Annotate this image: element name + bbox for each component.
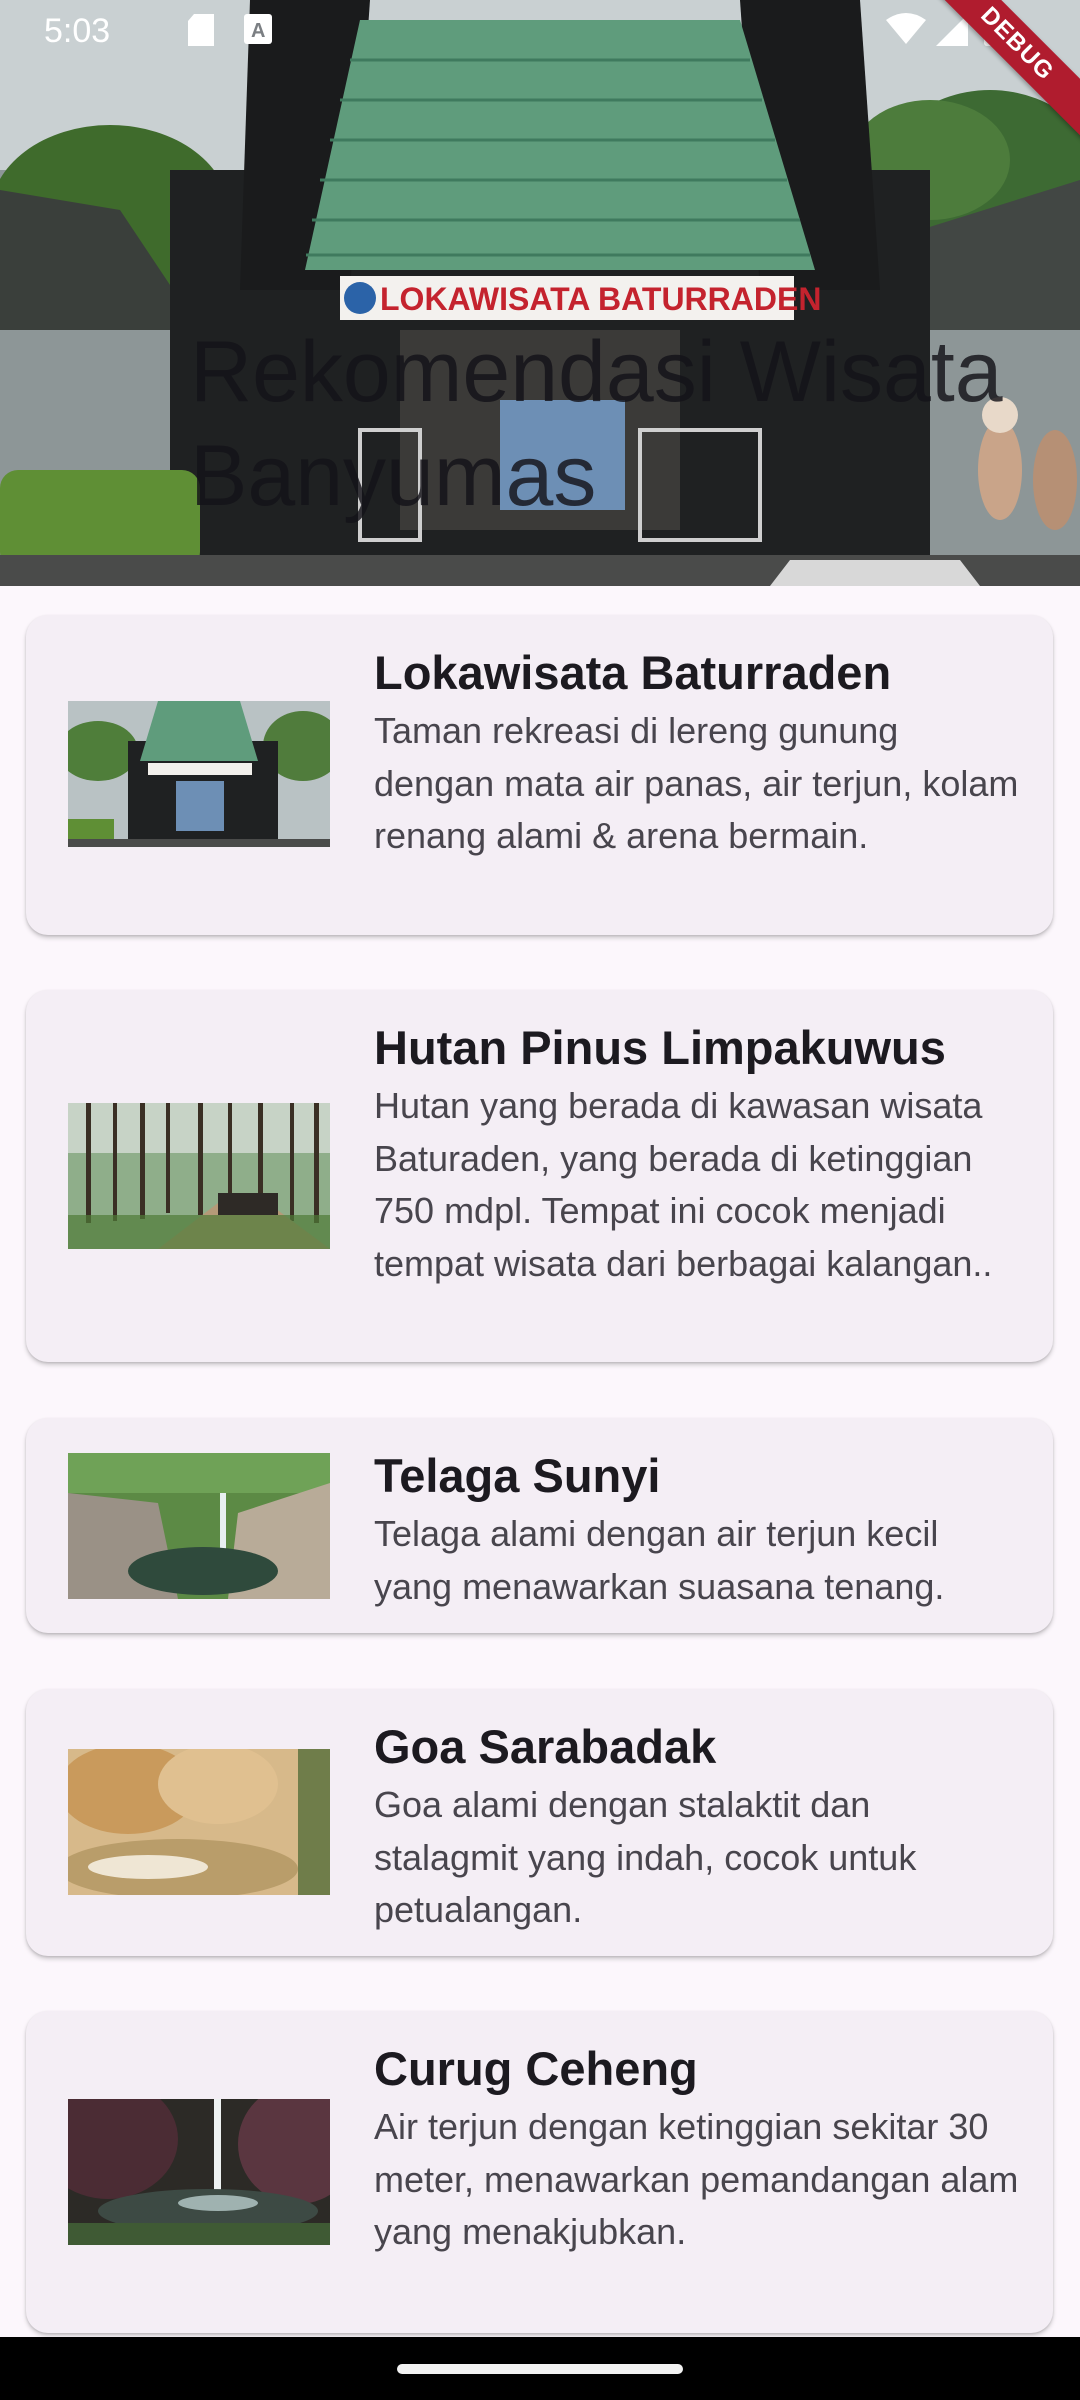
signal-icon: [936, 14, 968, 51]
place-card[interactable]: Lokawisata Baturraden Taman rekreasi di …: [26, 615, 1053, 935]
place-thumbnail: [68, 1749, 330, 1895]
place-description: Telaga alami dengan air terjun kecil yan…: [374, 1513, 945, 1607]
svg-text:A: A: [251, 20, 265, 42]
place-description: Air terjun dengan ketinggian sekitar 30 …: [374, 2106, 1019, 2252]
text-a-icon: A: [244, 14, 272, 49]
place-name: Goa Sarabadak: [374, 1720, 717, 1773]
app-root: LOKAWISATA BATURRADEN Rekomendasi Wisata…: [0, 0, 1080, 2400]
status-bar: 5:03 A DEBUG: [0, 0, 1080, 140]
place-name: Lokawisata Baturraden: [374, 646, 892, 699]
place-thumbnail: [68, 2099, 330, 2245]
place-name: Curug Ceheng: [374, 2042, 698, 2095]
place-card[interactable]: Curug Ceheng Air terjun dengan ketinggia…: [26, 2011, 1053, 2333]
place-thumbnail: [68, 1103, 330, 1249]
place-description: Goa alami dengan stalaktit dan stalagmit…: [374, 1784, 917, 1930]
place-name: Hutan Pinus Limpakuwus: [374, 1021, 946, 1074]
place-card[interactable]: Hutan Pinus Limpakuwus Hutan yang berada…: [26, 990, 1053, 1362]
place-name: Telaga Sunyi: [374, 1449, 661, 1502]
place-card[interactable]: Goa Sarabadak Goa alami dengan stalaktit…: [26, 1689, 1053, 1956]
wifi-icon: [886, 12, 926, 49]
header-hero: LOKAWISATA BATURRADEN Rekomendasi Wisata…: [0, 0, 1080, 586]
place-description: Hutan yang berada di kawasan wisata Batu…: [374, 1085, 993, 1284]
header-sign-text: LOKAWISATA BATURRADEN: [380, 281, 821, 317]
page-title: Rekomendasi Wisata Banyumas: [190, 324, 1003, 524]
system-navigation-bar: [0, 2337, 1080, 2400]
status-time: 5:03: [44, 12, 111, 50]
place-description: Taman rekreasi di lereng gunung dengan m…: [374, 710, 1019, 856]
place-thumbnail: [68, 701, 330, 847]
place-thumbnail: [68, 1453, 330, 1599]
home-gesture-handle[interactable]: [397, 2364, 683, 2374]
sd-card-icon: [188, 14, 214, 51]
place-card[interactable]: Telaga Sunyi Telaga alami dengan air ter…: [26, 1418, 1053, 1633]
